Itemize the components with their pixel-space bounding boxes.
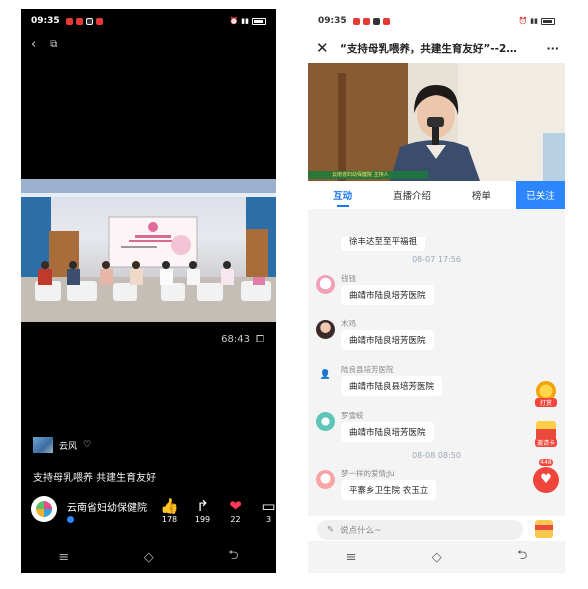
system-nav-bar: ≡ ◇ ⮌	[308, 541, 565, 573]
share-count: 199	[194, 515, 211, 524]
video-frame	[21, 179, 276, 322]
comment-input-bar: ✎ 说点什么~	[308, 516, 565, 542]
author-avatar[interactable]	[33, 437, 53, 453]
status-bar: 09:35 ⏰ ▮▮	[21, 9, 276, 33]
video-duration: 68:43 ⧠	[221, 334, 264, 345]
back-icon[interactable]: ‹	[31, 37, 36, 52]
live-video-player[interactable]: 云南省妇幼保健院 主持人	[308, 63, 565, 181]
status-bar: 09:35 ⏰ ▮▮	[308, 9, 565, 33]
live-title: “支持母乳喂养，共建生育友好”--2…	[340, 42, 517, 55]
heart-icon: ♥	[533, 467, 559, 493]
share-icon: ↱	[196, 497, 209, 515]
comment-icon: ▭	[261, 497, 276, 515]
alarm-icon: ⏰	[229, 17, 239, 25]
avatar[interactable]	[316, 320, 335, 339]
menu-icon[interactable]: ≡	[346, 550, 357, 565]
close-icon[interactable]: ✕	[316, 39, 340, 57]
tip-label: 打赏	[535, 398, 557, 407]
status-time: 09:35	[31, 16, 60, 26]
comment-placeholder: 说点什么~	[340, 526, 382, 536]
gift-icon[interactable]	[535, 520, 553, 538]
comment-input[interactable]: ✎ 说点什么~	[317, 520, 523, 540]
verified-badge-icon	[67, 516, 74, 523]
author-row[interactable]: 云风 ♡	[33, 437, 91, 453]
chat-username: 木鸡	[341, 319, 356, 328]
video-caption: 支持母乳喂养 共建生育友好	[33, 473, 157, 484]
chat-username: 钱钱	[341, 274, 356, 283]
chat-list[interactable]: 徐丰达至至平福祖 08-07 17:56 钱钱 曲靖市陆良培芳医院 木鸡 曲靖市…	[308, 237, 565, 517]
status-right-icons: ⏰ ▮▮	[230, 17, 266, 25]
pip-icon[interactable]: ⧉	[50, 39, 57, 50]
player-top-bar: ‹ ⧉	[21, 33, 276, 55]
video-overlay-label: 云南省妇幼保健院 主持人	[332, 172, 389, 178]
chat-username: 梦一样的爱情ქu	[341, 469, 395, 478]
heart-outline-icon: ♡	[83, 440, 92, 450]
author-name[interactable]: 云风	[59, 439, 77, 452]
chat-bubble-partial: 徐丰达至至平福祖	[341, 237, 426, 251]
invite-card-button[interactable]: 邀请卡	[535, 421, 557, 447]
chat-username: 罗雪蛟	[341, 411, 364, 420]
chat-bubble: 曲靖市陆良培芳医院	[341, 285, 434, 305]
comment-button[interactable]: ▭ 3	[252, 497, 276, 524]
org-name[interactable]: 云南省妇幼保健院	[67, 499, 147, 514]
system-nav-bar: ≡ ◇ ⮌	[21, 541, 276, 573]
danmaku-icon[interactable]: ⧠	[256, 334, 264, 345]
alarm-icon: ⏰	[518, 17, 528, 25]
chat-bubble: 平寨乡卫生院 农玉立	[341, 480, 437, 500]
like-count-badge: 448	[539, 459, 553, 466]
battery-icon	[252, 17, 266, 25]
status-time: 09:35	[318, 16, 347, 26]
like-count: 178	[161, 515, 178, 524]
notification-icons	[65, 17, 103, 25]
avatar[interactable]	[316, 275, 335, 294]
signal-icon: ▮▮	[241, 17, 249, 25]
home-icon[interactable]: ◇	[144, 550, 154, 565]
avatar[interactable]	[316, 470, 335, 489]
left-phone-screen: 09:35 ⏰ ▮▮ ‹ ⧉ 68:43 ⧠ 云风 ♡ 支持母乳喂养 共建生育友…	[21, 9, 276, 573]
chat-username: 陆良县培芳医院	[341, 365, 394, 374]
video-player[interactable]	[21, 179, 276, 322]
favorite-count: 22	[230, 515, 241, 524]
back-nav-icon[interactable]: ⮌	[517, 546, 527, 568]
chat-bubble: 曲靖市陆良培芳医院	[341, 330, 434, 350]
chat-bubble: 曲靖市陆良培芳医院	[341, 422, 434, 442]
menu-icon[interactable]: ≡	[58, 550, 69, 565]
live-video-frame	[308, 63, 565, 181]
back-nav-icon[interactable]: ⮌	[228, 546, 238, 568]
pencil-icon: ✎	[327, 525, 335, 535]
heart-icon: ❤	[229, 497, 242, 515]
tab-live-intro[interactable]: 直播介绍	[377, 181, 446, 209]
tab-bar: 互动 直播介绍 榜单 已关注	[308, 181, 565, 209]
status-right-icons: ⏰ ▮▮	[519, 17, 555, 25]
favorite-button[interactable]: ❤ 22	[219, 497, 252, 524]
home-icon[interactable]: ◇	[432, 550, 442, 565]
share-button[interactable]: ↱ 199	[186, 497, 219, 524]
org-logo[interactable]	[31, 496, 57, 522]
invite-label: 邀请卡	[535, 438, 557, 447]
avatar[interactable]	[316, 412, 335, 431]
followed-button[interactable]: 已关注	[515, 181, 565, 209]
chat-timestamp: 08-08 08:50	[412, 451, 461, 460]
default-avatar-icon[interactable]: 👤	[316, 366, 335, 385]
thumbs-up-icon: 👍	[160, 497, 179, 515]
chat-bubble: 曲靖市陆良县培芳医院	[341, 376, 443, 396]
like-button[interactable]: 👍 178	[153, 497, 186, 524]
chat-timestamp: 08-07 17:56	[412, 255, 461, 264]
signal-icon: ▮▮	[530, 17, 538, 25]
tip-button[interactable]: 打赏	[535, 381, 557, 407]
comment-count: 3	[265, 515, 272, 524]
notification-icons	[352, 17, 390, 25]
title-bar: ✕ “支持母乳喂养，共建生育友好”--2… ···	[308, 33, 565, 63]
tab-interaction[interactable]: 互动	[308, 181, 377, 209]
live-like-button[interactable]: 448 ♥	[532, 459, 560, 493]
right-phone-screen: 09:35 ⏰ ▮▮ ✕ “支持母乳喂养，共建生育友好”--2… ··· 云南省…	[308, 9, 565, 573]
action-bar: 👍 178 ↱ 199 ❤ 22 ▭ 3	[153, 497, 276, 524]
battery-icon	[541, 17, 555, 25]
more-icon[interactable]: ···	[537, 42, 559, 55]
tab-ranking[interactable]: 榜单	[447, 181, 516, 209]
